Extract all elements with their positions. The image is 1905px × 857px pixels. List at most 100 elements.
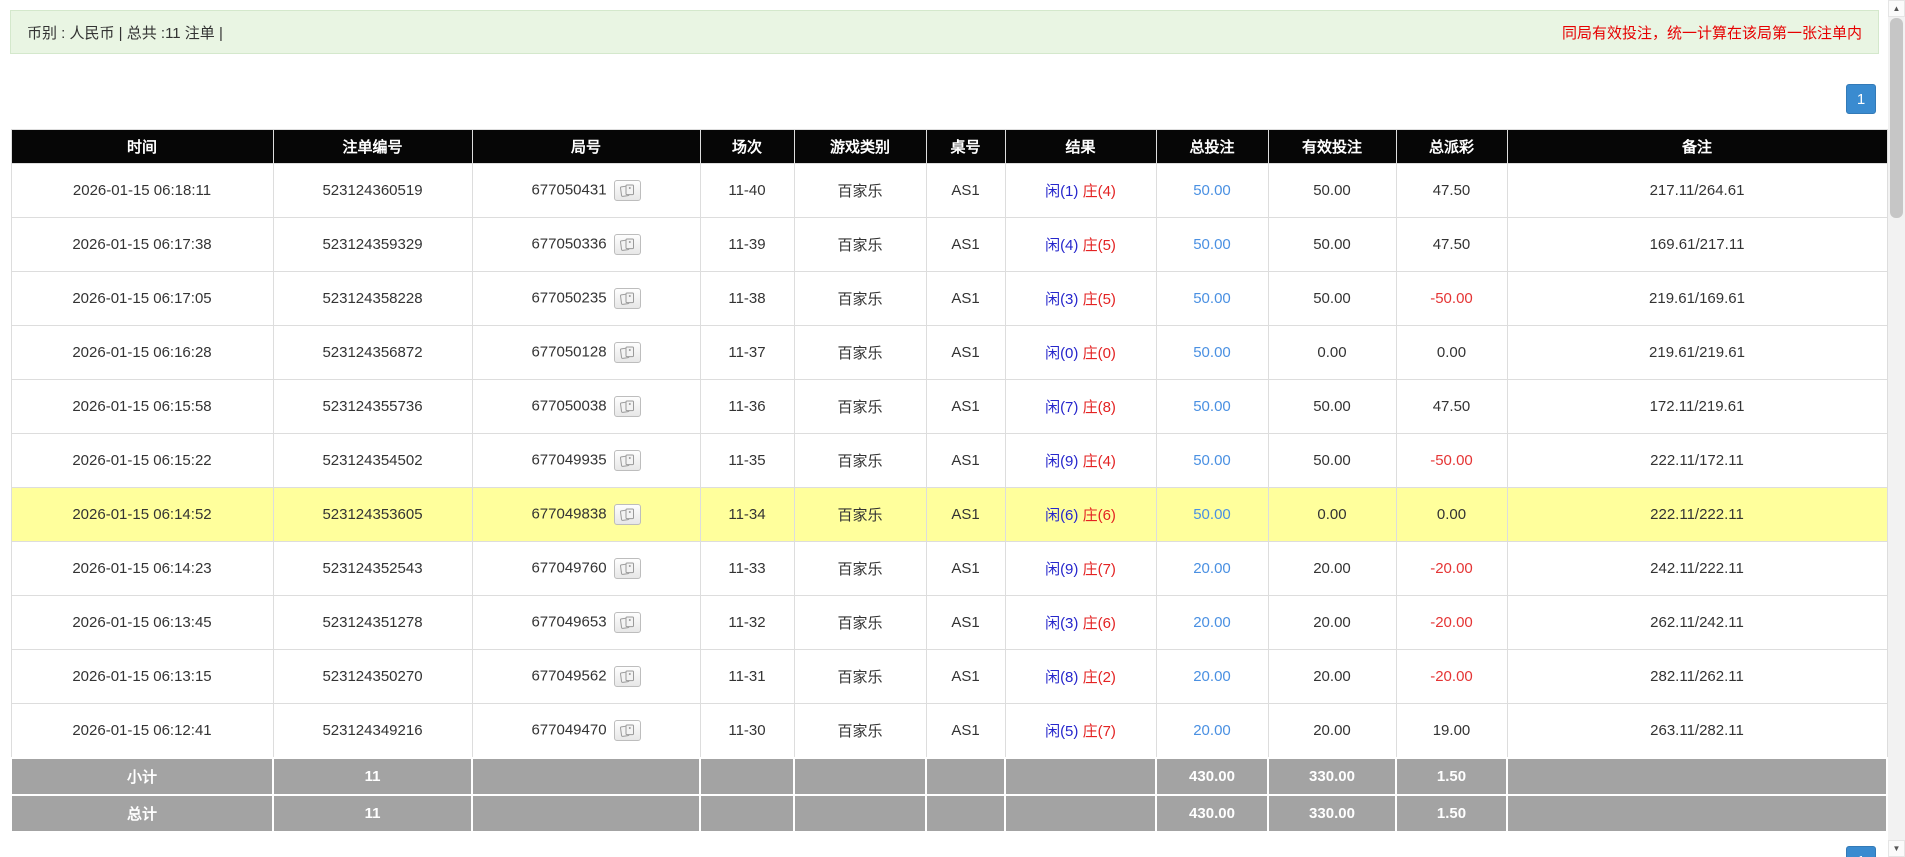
summary-bar: 币别 : 人民币 | 总共 :11 注单 | 同局有效投注，统一计算在该局第一张… bbox=[10, 10, 1879, 54]
bet-id-cell: 523124352543 bbox=[272, 541, 473, 596]
game-type-cell: 百家乐 bbox=[793, 649, 927, 704]
bet-id-cell: 523124356872 bbox=[272, 325, 473, 380]
result-banker: 庄(4) bbox=[1082, 453, 1116, 470]
vertical-scrollbar[interactable]: ▲ ▼ bbox=[1888, 0, 1905, 857]
session-cell: 11-33 bbox=[699, 541, 795, 596]
cards-icon[interactable] bbox=[613, 666, 641, 687]
round-number: 677050038 bbox=[531, 397, 607, 415]
session-cell: 11-30 bbox=[699, 703, 795, 758]
result-banker: 庄(4) bbox=[1082, 183, 1116, 200]
round-cell: 677049562 bbox=[471, 649, 701, 704]
summary-empty-cell bbox=[1506, 756, 1888, 796]
total-bet-value[interactable]: 50.00 bbox=[1193, 344, 1231, 361]
summary-empty-cell bbox=[471, 793, 701, 833]
payout-value: -20.00 bbox=[1430, 614, 1473, 631]
summary-payout: 1.50 bbox=[1395, 756, 1508, 796]
valid-bet-cell: 50.00 bbox=[1267, 379, 1397, 434]
cards-icon[interactable] bbox=[613, 180, 641, 201]
table-row: 2026-01-15 06:18:11 523124360519 677050431… bbox=[10, 163, 1888, 218]
total-bet-value[interactable]: 50.00 bbox=[1193, 452, 1231, 469]
round-cell: 677050038 bbox=[471, 379, 701, 434]
payout-value: -50.00 bbox=[1430, 290, 1473, 307]
game-type-cell: 百家乐 bbox=[793, 379, 927, 434]
result-banker: 庄(6) bbox=[1082, 507, 1116, 524]
pagination-page-1-bottom[interactable]: 1 bbox=[1846, 846, 1876, 857]
result-player: 闲(5) bbox=[1045, 722, 1079, 740]
total-bet-value[interactable]: 20.00 bbox=[1193, 560, 1231, 577]
scroll-up-icon[interactable]: ▲ bbox=[1888, 0, 1905, 17]
result-player: 闲(4) bbox=[1045, 237, 1079, 254]
summary-empty-cell bbox=[925, 793, 1006, 833]
payout-cell: 47.50 bbox=[1395, 379, 1508, 434]
payout-cell: 47.50 bbox=[1395, 163, 1508, 218]
bet-id-cell: 523124353605 bbox=[272, 487, 473, 542]
cards-icon[interactable] bbox=[613, 504, 641, 525]
pagination-top: 1 bbox=[1846, 84, 1876, 114]
session-cell: 11-40 bbox=[699, 163, 795, 218]
session-cell: 11-35 bbox=[699, 433, 795, 488]
total-bet-value[interactable]: 20.00 bbox=[1193, 722, 1231, 739]
payout-cell: -50.00 bbox=[1395, 271, 1508, 326]
round-number: 677049562 bbox=[531, 667, 607, 685]
total-bet-value[interactable]: 50.00 bbox=[1193, 506, 1231, 523]
total-bet-value[interactable]: 50.00 bbox=[1193, 398, 1231, 415]
valid-bet-cell: 20.00 bbox=[1267, 541, 1397, 596]
cards-icon[interactable] bbox=[613, 342, 641, 363]
round-cell: 677049935 bbox=[471, 433, 701, 488]
result-banker: 庄(5) bbox=[1082, 237, 1116, 254]
result-player: 闲(8) bbox=[1045, 669, 1079, 686]
session-cell: 11-32 bbox=[699, 595, 795, 650]
payout-cell: -20.00 bbox=[1395, 541, 1508, 596]
payout-value: -20.00 bbox=[1430, 560, 1473, 577]
session-cell: 11-31 bbox=[699, 649, 795, 704]
summary-count: 11 bbox=[272, 793, 473, 833]
table-no-cell: AS1 bbox=[925, 595, 1006, 650]
table-row: 2026-01-15 06:17:38 523124359329 677050336… bbox=[10, 217, 1888, 272]
bet-id-cell: 523124350270 bbox=[272, 649, 473, 704]
cards-icon[interactable] bbox=[613, 450, 641, 471]
payout-value: -50.00 bbox=[1430, 452, 1473, 469]
time-cell: 2026-01-15 06:17:05 bbox=[10, 271, 274, 326]
valid-bet-cell: 20.00 bbox=[1267, 595, 1397, 650]
table-no-cell: AS1 bbox=[925, 703, 1006, 758]
bet-id-cell: 523124360519 bbox=[272, 163, 473, 218]
result-cell: 闲(6) 庄(6) bbox=[1004, 487, 1157, 542]
table-no-cell: AS1 bbox=[925, 487, 1006, 542]
remark-cell: 282.11/262.11 bbox=[1506, 649, 1888, 704]
result-cell: 闲(3) 庄(5) bbox=[1004, 271, 1157, 326]
round-cell: 677050336 bbox=[471, 217, 701, 272]
bet-id-cell: 523124355736 bbox=[272, 379, 473, 434]
result-player: 闲(3) bbox=[1045, 291, 1079, 308]
scroll-down-icon[interactable]: ▼ bbox=[1888, 840, 1905, 857]
result-banker: 庄(5) bbox=[1082, 291, 1116, 308]
table-no-cell: AS1 bbox=[925, 433, 1006, 488]
total-bet-value[interactable]: 50.00 bbox=[1193, 290, 1231, 307]
pagination-page-1[interactable]: 1 bbox=[1846, 84, 1876, 114]
cards-icon[interactable] bbox=[613, 719, 641, 741]
cards-icon[interactable] bbox=[613, 558, 641, 579]
result-cell: 闲(9) 庄(7) bbox=[1004, 541, 1157, 596]
column-header-round: 局号 bbox=[471, 129, 701, 164]
time-cell: 2026-01-15 06:16:28 bbox=[10, 325, 274, 380]
valid-bet-cell: 0.00 bbox=[1267, 487, 1397, 542]
round-number: 677050431 bbox=[531, 181, 607, 199]
total-bet-value[interactable]: 50.00 bbox=[1193, 182, 1231, 199]
summary-empty-cell bbox=[793, 756, 927, 796]
payout-cell: -50.00 bbox=[1395, 433, 1508, 488]
cards-icon[interactable] bbox=[613, 288, 641, 309]
cards-icon[interactable] bbox=[613, 612, 641, 633]
summary-total-bet: 430.00 bbox=[1155, 756, 1269, 796]
cards-icon[interactable] bbox=[613, 234, 641, 255]
total-bet-value[interactable]: 50.00 bbox=[1193, 236, 1231, 253]
result-player: 闲(0) bbox=[1045, 345, 1079, 362]
time-cell: 2026-01-15 06:12:41 bbox=[10, 703, 274, 758]
scroll-thumb[interactable] bbox=[1890, 18, 1903, 218]
session-cell: 11-36 bbox=[699, 379, 795, 434]
summary-payout: 1.50 bbox=[1395, 793, 1508, 833]
table-row: 2026-01-15 06:16:28 523124356872 677050128… bbox=[10, 325, 1888, 380]
total-bet-value[interactable]: 20.00 bbox=[1193, 614, 1231, 631]
total-bet-value[interactable]: 20.00 bbox=[1193, 668, 1231, 685]
table-no-cell: AS1 bbox=[925, 325, 1006, 380]
result-player: 闲(3) bbox=[1045, 615, 1079, 632]
cards-icon[interactable] bbox=[613, 396, 641, 417]
